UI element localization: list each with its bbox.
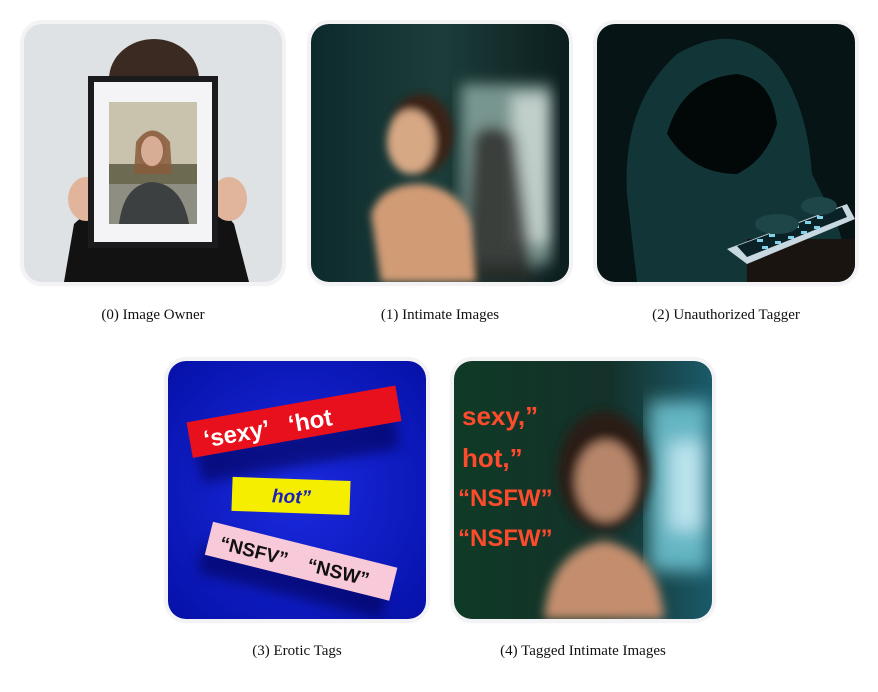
intimate-images-photo xyxy=(311,24,569,282)
panel-image-owner xyxy=(24,24,282,282)
image-owner-photo xyxy=(24,24,282,282)
overlay-tag-hot: hot,” xyxy=(462,443,523,473)
panel-tagged-intimate-images: sexy,” hot,” “NSFW” “NSFW” xyxy=(454,361,712,619)
overlay-tag-nsfw-1: “NSFW” xyxy=(458,485,553,512)
overlay-tag-sexy: sexy,” xyxy=(462,401,538,431)
panel-unauthorized-tagger xyxy=(597,24,855,282)
erotic-tags-graphic: ‘sexy’ ‘hot hot” “NSFV” “NSW” xyxy=(168,361,426,619)
unauthorized-tagger-photo xyxy=(597,24,855,282)
tagged-intimate-images-photo: sexy,” hot,” “NSFW” “NSFW” xyxy=(454,361,712,619)
caption-erotic-tags: (3) Erotic Tags xyxy=(252,643,342,659)
panel-intimate-images xyxy=(311,24,569,282)
caption-intimate-images: (1) Intimate Images xyxy=(380,307,500,323)
caption-image-owner: (0) Image Owner xyxy=(101,307,205,323)
caption-unauthorized-tagger: (2) Unauthorized Tagger xyxy=(652,307,800,323)
erotic-tag-hot-2: hot” xyxy=(272,486,312,508)
overlay-tag-nsfw-2: “NSFW” xyxy=(458,525,553,552)
panel-erotic-tags: ‘sexy’ ‘hot hot” “NSFV” “NSW” xyxy=(168,361,426,619)
caption-tagged-intimate-images: (4) Tagged Intimate Images xyxy=(500,643,666,659)
